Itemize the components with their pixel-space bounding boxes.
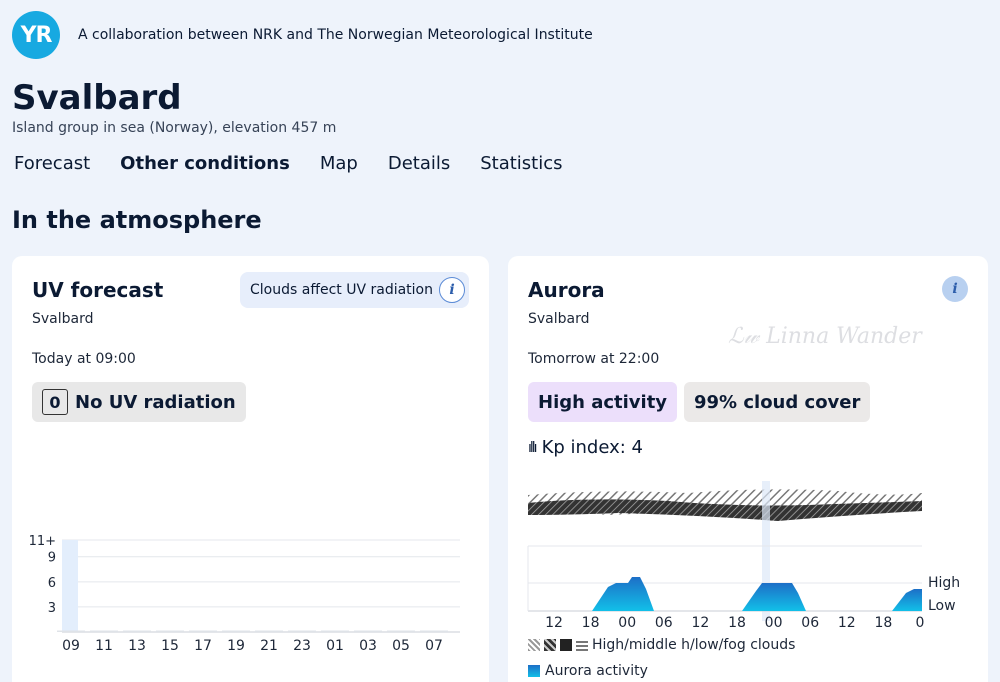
uv-value: 0 — [42, 389, 68, 415]
tab-statistics[interactable]: Statistics — [480, 153, 562, 174]
uv-x-tick: 21 — [260, 638, 278, 654]
uv-x-tick: 01 — [326, 638, 344, 654]
uv-y-tick: 9 — [48, 551, 56, 566]
aurora-chart: High Low — [527, 481, 960, 621]
uv-bar — [222, 630, 250, 632]
level-high-label: High — [928, 575, 960, 591]
uv-y-tick: 6 — [48, 576, 56, 591]
aurora-x-tick: 12 — [838, 615, 856, 631]
tab-map[interactable]: Map — [320, 153, 358, 174]
uv-label: No UV radiation — [75, 391, 236, 413]
uv-info-label: Clouds affect UV radiation — [250, 282, 433, 298]
uv-x-tick: 17 — [194, 638, 212, 654]
info-icon: i — [439, 277, 465, 303]
legend-clouds: High/middle h/low/fog clouds — [528, 637, 795, 653]
uv-x-tick: 13 — [128, 638, 146, 654]
uv-bar — [321, 630, 349, 632]
uv-chart: 11+ 9 6 3 09 11 13 15 17 19 21 23 01 03 05 07 — [29, 534, 460, 654]
kp-label: Kp index: 4 — [541, 437, 643, 458]
uv-bar — [288, 630, 316, 632]
aurora-x-tick: 12 — [545, 615, 563, 631]
uv-x-tick: 11 — [95, 638, 113, 654]
activity-badge: High activity — [528, 382, 678, 422]
page-title: Svalbard — [12, 78, 182, 118]
uv-x-tick: 07 — [425, 638, 443, 654]
info-icon[interactable]: i — [942, 276, 968, 302]
uv-bar — [123, 630, 151, 632]
uv-info-button[interactable]: Clouds affect UV radiation i — [240, 272, 469, 308]
uv-bar — [420, 630, 448, 632]
legend-aurora-label: Aurora activity — [545, 663, 648, 679]
legend-aurora-icon — [528, 665, 540, 677]
uv-x-tick: 03 — [359, 638, 377, 654]
aurora-location: Svalbard — [528, 311, 590, 327]
uv-x-tick: 09 — [62, 638, 80, 654]
uv-current-highlight — [62, 540, 78, 632]
aurora-time: Tomorrow at 22:00 — [528, 351, 660, 367]
legend-fog-icon — [576, 639, 588, 651]
uv-location: Svalbard — [32, 311, 94, 327]
cloud-badge: 99% cloud cover — [684, 382, 871, 422]
aurora-x-tick: 00 — [765, 615, 783, 631]
uv-bar — [354, 630, 382, 632]
uv-bar — [255, 630, 283, 632]
aurora-x-tick: 18 — [728, 615, 746, 631]
uv-bar — [189, 630, 217, 632]
watermark-logo: ℒ𝓌 Linna Wander — [728, 324, 922, 349]
aurora-x-tick: 18 — [874, 615, 892, 631]
uv-x-tick: 19 — [227, 638, 245, 654]
uv-x-tick: 23 — [293, 638, 311, 654]
aurora-x-tick: 12 — [691, 615, 709, 631]
aurora-x-tick: 00 — [618, 615, 636, 631]
uv-title: UV forecast — [32, 278, 164, 302]
aurora-x-tick: 0 — [916, 615, 925, 631]
collaboration-text: A collaboration between NRK and The Norw… — [78, 27, 593, 43]
aurora-axis: 12 18 00 06 12 18 00 06 12 18 0 — [545, 615, 925, 631]
uv-bar — [387, 630, 415, 632]
signal-icon: ıllı — [528, 439, 537, 456]
uv-card: UV forecast Clouds affect UV radiation i… — [12, 256, 489, 682]
nav-tabs: Forecast Other conditions Map Details St… — [14, 153, 563, 174]
aurora-title: Aurora — [528, 278, 605, 302]
uv-y-tick: 3 — [48, 601, 56, 616]
yr-logo[interactable]: YR — [12, 11, 60, 59]
aurora-card: Aurora i Svalbard Tomorrow at 22:00 ℒ𝓌 L… — [508, 256, 988, 682]
kp-index: ıllı Kp index: 4 — [528, 437, 643, 458]
aurora-x-tick: 06 — [801, 615, 819, 631]
uv-bar — [90, 630, 118, 632]
legend-aurora: Aurora activity — [528, 663, 648, 679]
header: YR A collaboration between NRK and The N… — [12, 11, 593, 59]
tab-other-conditions[interactable]: Other conditions — [120, 153, 290, 174]
legend-cloud-icon — [528, 639, 540, 651]
aurora-x-tick: 18 — [582, 615, 600, 631]
uv-y-tick: 11+ — [29, 534, 56, 549]
uv-x-tick: 05 — [392, 638, 410, 654]
uv-x-tick: 15 — [161, 638, 179, 654]
page-subtitle: Island group in sea (Norway), elevation … — [12, 120, 337, 136]
section-title: In the atmosphere — [12, 206, 262, 234]
uv-bar — [57, 630, 85, 632]
legend-cloud-icon — [560, 639, 572, 651]
uv-time: Today at 09:00 — [32, 351, 136, 367]
legend-cloud-icon — [544, 639, 556, 651]
legend-clouds-label: High/middle h/low/fog clouds — [592, 637, 796, 653]
tab-forecast[interactable]: Forecast — [14, 153, 90, 174]
uv-badge: 0 No UV radiation — [32, 382, 246, 422]
uv-bar — [156, 630, 184, 632]
tab-details[interactable]: Details — [388, 153, 450, 174]
aurora-x-tick: 06 — [655, 615, 673, 631]
